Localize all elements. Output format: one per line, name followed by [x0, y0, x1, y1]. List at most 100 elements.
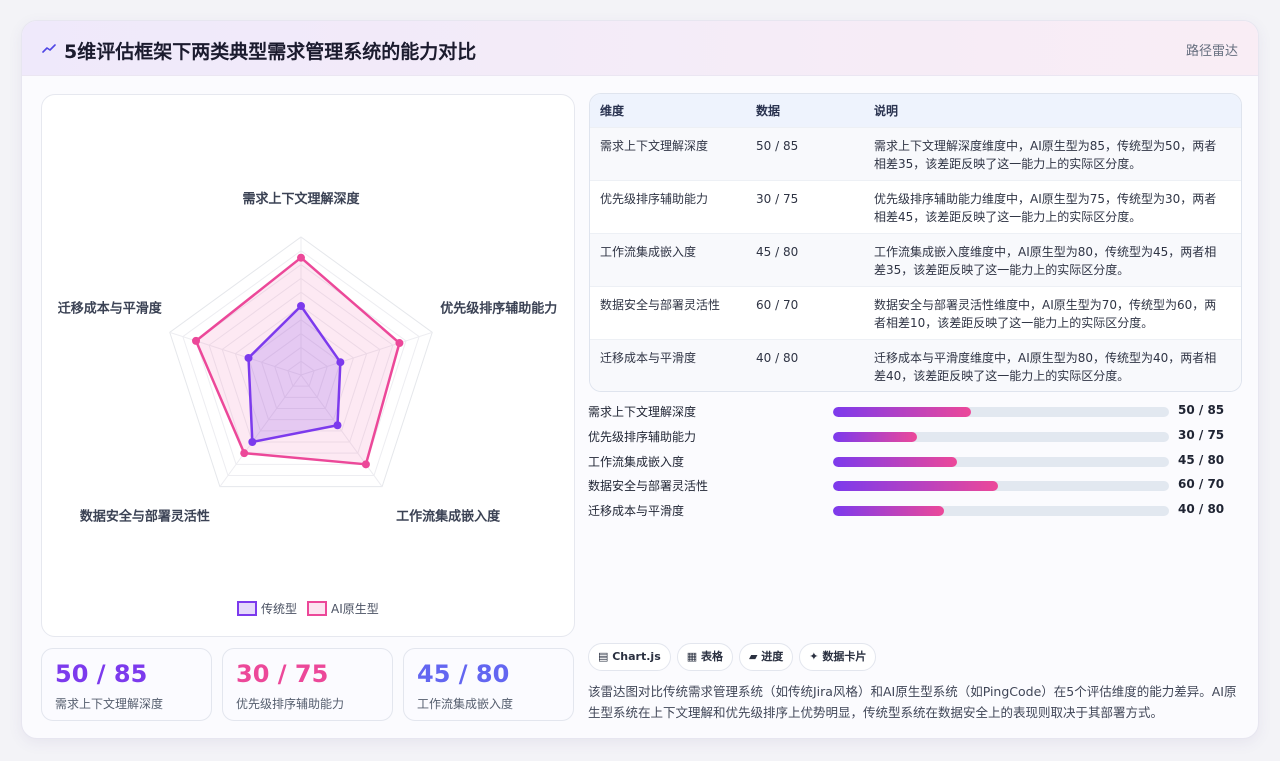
progress-track	[833, 506, 1169, 516]
legend-label: 传统型	[261, 601, 297, 616]
progress-fill	[833, 407, 971, 417]
table-cell-dimension: 工作流集成嵌入度	[600, 244, 697, 259]
table-cell-dimension: 迁移成本与平滑度	[600, 350, 697, 365]
data-table-panel: 维度 数据 说明 需求上下文理解深度 50 / 85 需求上下文理解深度维度中，…	[589, 93, 1242, 392]
progress-row: 优先级排序辅助能力 30 / 75	[588, 427, 1242, 445]
table-cell-description: 数据安全与部署灵活性维度中，AI原生型为70，传统型为60，两者相差10，该差距…	[874, 297, 1217, 330]
kpi-value: 50 / 85	[55, 660, 148, 688]
header: 5维评估框架下两类典型需求管理系统的能力对比 路径雷达	[22, 21, 1258, 76]
radar-chart: 需求上下文理解深度优先级排序辅助能力工作流集成嵌入度 数据安全与部署灵活性 迁移成本…	[58, 191, 557, 616]
radar-point	[361, 460, 370, 469]
tag-chartjs[interactable]: ▤ Chart.js	[588, 643, 671, 671]
tag-label: 进度	[761, 650, 784, 663]
radar-axis-label: 迁移成本与平滑度	[58, 300, 163, 316]
table-cell-data: 50 / 85	[756, 138, 799, 153]
tag-table[interactable]: ▦ 表格	[676, 643, 733, 671]
kpi-label: 优先级排序辅助能力	[236, 697, 345, 711]
legend-swatch	[307, 601, 327, 616]
chart-icon: ▤	[598, 650, 613, 663]
table-cell-description: 需求上下文理解深度维度中，AI原生型为85，传统型为50，两者相差35，该差距反…	[874, 138, 1217, 171]
radar-point	[297, 302, 305, 310]
table-header-cell: 数据	[756, 103, 781, 118]
table-cell-description: 优先级排序辅助能力维度中，AI原生型为75，传统型为30，两者相差45，该差距反…	[874, 191, 1217, 224]
legend-label: AI原生型	[331, 602, 379, 616]
progress-track	[833, 457, 1169, 467]
data-table: 维度 数据 说明 需求上下文理解深度 50 / 85 需求上下文理解深度维度中，…	[590, 94, 1241, 391]
kpi-value: 30 / 75	[236, 660, 329, 688]
radar-point	[244, 353, 253, 362]
view-tags: ▤ Chart.js ▦ 表格 ▰ 进度 ✦ 数据卡片	[588, 643, 882, 671]
tag-progress[interactable]: ▰ 进度	[738, 643, 794, 671]
radar-point	[297, 253, 305, 262]
progress-fill	[833, 432, 917, 442]
table-cell-dimension: 需求上下文理解深度	[600, 138, 709, 153]
table-cell-description: 工作流集成嵌入度维度中，AI原生型为80，传统型为45，两者相差35，该差距反映…	[874, 244, 1217, 277]
table-cell-data: 40 / 80	[756, 350, 799, 365]
table-row: 工作流集成嵌入度 45 / 80 工作流集成嵌入度维度中，AI原生型为80，传统…	[590, 233, 1241, 286]
sparkle-icon: ✦	[809, 650, 823, 663]
progress-value: 40 / 80	[1178, 502, 1225, 516]
tag-data-card[interactable]: ✦ 数据卡片	[799, 643, 877, 671]
kpi-label: 需求上下文理解深度	[55, 697, 164, 711]
progress-track	[833, 481, 1169, 491]
table-cell-data: 45 / 80	[756, 244, 799, 259]
progress-track	[833, 407, 1169, 417]
dashboard-card: 5维评估框架下两类典型需求管理系统的能力对比 路径雷达 需求上下文理解深度 优先级…	[21, 20, 1259, 739]
trend-icon	[42, 44, 56, 53]
radar-point	[336, 358, 345, 367]
progress-label: 工作流集成嵌入度	[588, 455, 685, 469]
table-row: 优先级排序辅助能力 30 / 75 优先级排序辅助能力维度中，AI原生型为75，…	[590, 180, 1241, 233]
radar-axis-label: 数据安全与部署灵活性	[80, 509, 210, 525]
summary-text: 该雷达图对比传统需求管理系统（如传统Jira风格）和AI原生型系统（如PingC…	[588, 684, 1237, 720]
table-header-row: 维度 数据 说明	[590, 94, 1241, 127]
progress-value: 50 / 85	[1178, 403, 1225, 417]
progress-row: 工作流集成嵌入度 45 / 80	[588, 452, 1242, 470]
radar-axis-label: 优先级排序辅助能力	[440, 300, 557, 316]
progress-row: 需求上下文理解深度 50 / 85	[588, 402, 1242, 420]
progress-fill	[833, 457, 958, 467]
table-header-cell: 维度	[600, 103, 625, 118]
radar-point	[333, 421, 342, 430]
progress-fill	[833, 506, 944, 516]
tag-label: 数据卡片	[822, 650, 867, 663]
radar-chart-panel: 需求上下文理解深度优先级排序辅助能力工作流集成嵌入度 数据安全与部署灵活性 迁移成本…	[41, 94, 575, 637]
table-icon: ▦	[686, 650, 701, 663]
progress-row: 迁移成本与平滑度 40 / 80	[588, 501, 1242, 519]
table-cell-description: 迁移成本与平滑度维度中，AI原生型为80，传统型为40，两者相差40，该差距反映…	[874, 350, 1217, 383]
table-cell-dimension: 优先级排序辅助能力	[600, 191, 709, 206]
progress-row: 数据安全与部署灵活性 60 / 70	[588, 476, 1242, 494]
kpi-card: 45 / 80 工作流集成嵌入度	[403, 648, 574, 721]
table-cell-data: 60 / 70	[756, 297, 799, 312]
radar-axis-label: 工作流集成嵌入度	[396, 509, 501, 525]
header-route-label[interactable]: 路径雷达	[1186, 40, 1238, 59]
legend-swatch	[237, 601, 257, 616]
page-title: 5维评估框架下两类典型需求管理系统的能力对比	[64, 41, 477, 63]
table-cell-data: 30 / 75	[756, 191, 799, 206]
progress-track	[833, 432, 1169, 442]
progress-label: 需求上下文理解深度	[588, 405, 697, 419]
table-cell-dimension: 数据安全与部署灵活性	[600, 297, 721, 312]
progress-value: 60 / 70	[1178, 477, 1225, 491]
progress-icon: ▰	[748, 650, 762, 663]
table-row: 数据安全与部署灵活性 60 / 70 数据安全与部署灵活性维度中，AI原生型为7…	[590, 286, 1241, 339]
progress-label: 迁移成本与平滑度	[588, 504, 685, 518]
progress-fill	[833, 481, 998, 491]
kpi-card: 30 / 75 优先级排序辅助能力	[222, 648, 393, 721]
progress-label: 数据安全与部署灵活性	[588, 479, 709, 493]
kpi-value: 45 / 80	[417, 660, 510, 688]
progress-label: 优先级排序辅助能力	[588, 430, 697, 444]
table-row: 需求上下文理解深度 50 / 85 需求上下文理解深度维度中，AI原生型为85，…	[590, 127, 1241, 180]
progress-value: 45 / 80	[1178, 453, 1225, 467]
kpi-card: 50 / 85 需求上下文理解深度	[41, 648, 212, 721]
radar-point	[248, 437, 257, 446]
radar-point	[395, 339, 404, 348]
table-row: 迁移成本与平滑度 40 / 80 迁移成本与平滑度维度中，AI原生型为80，传统…	[590, 339, 1241, 391]
tag-label: Chart.js	[612, 650, 661, 663]
radar-axis-label: 需求上下文理解深度	[242, 191, 360, 207]
radar-point	[240, 449, 249, 458]
progress-value: 30 / 75	[1178, 428, 1225, 442]
radar-point	[192, 336, 201, 345]
kpi-label: 工作流集成嵌入度	[417, 697, 514, 711]
table-header-cell: 说明	[874, 103, 899, 118]
tag-label: 表格	[700, 650, 723, 663]
